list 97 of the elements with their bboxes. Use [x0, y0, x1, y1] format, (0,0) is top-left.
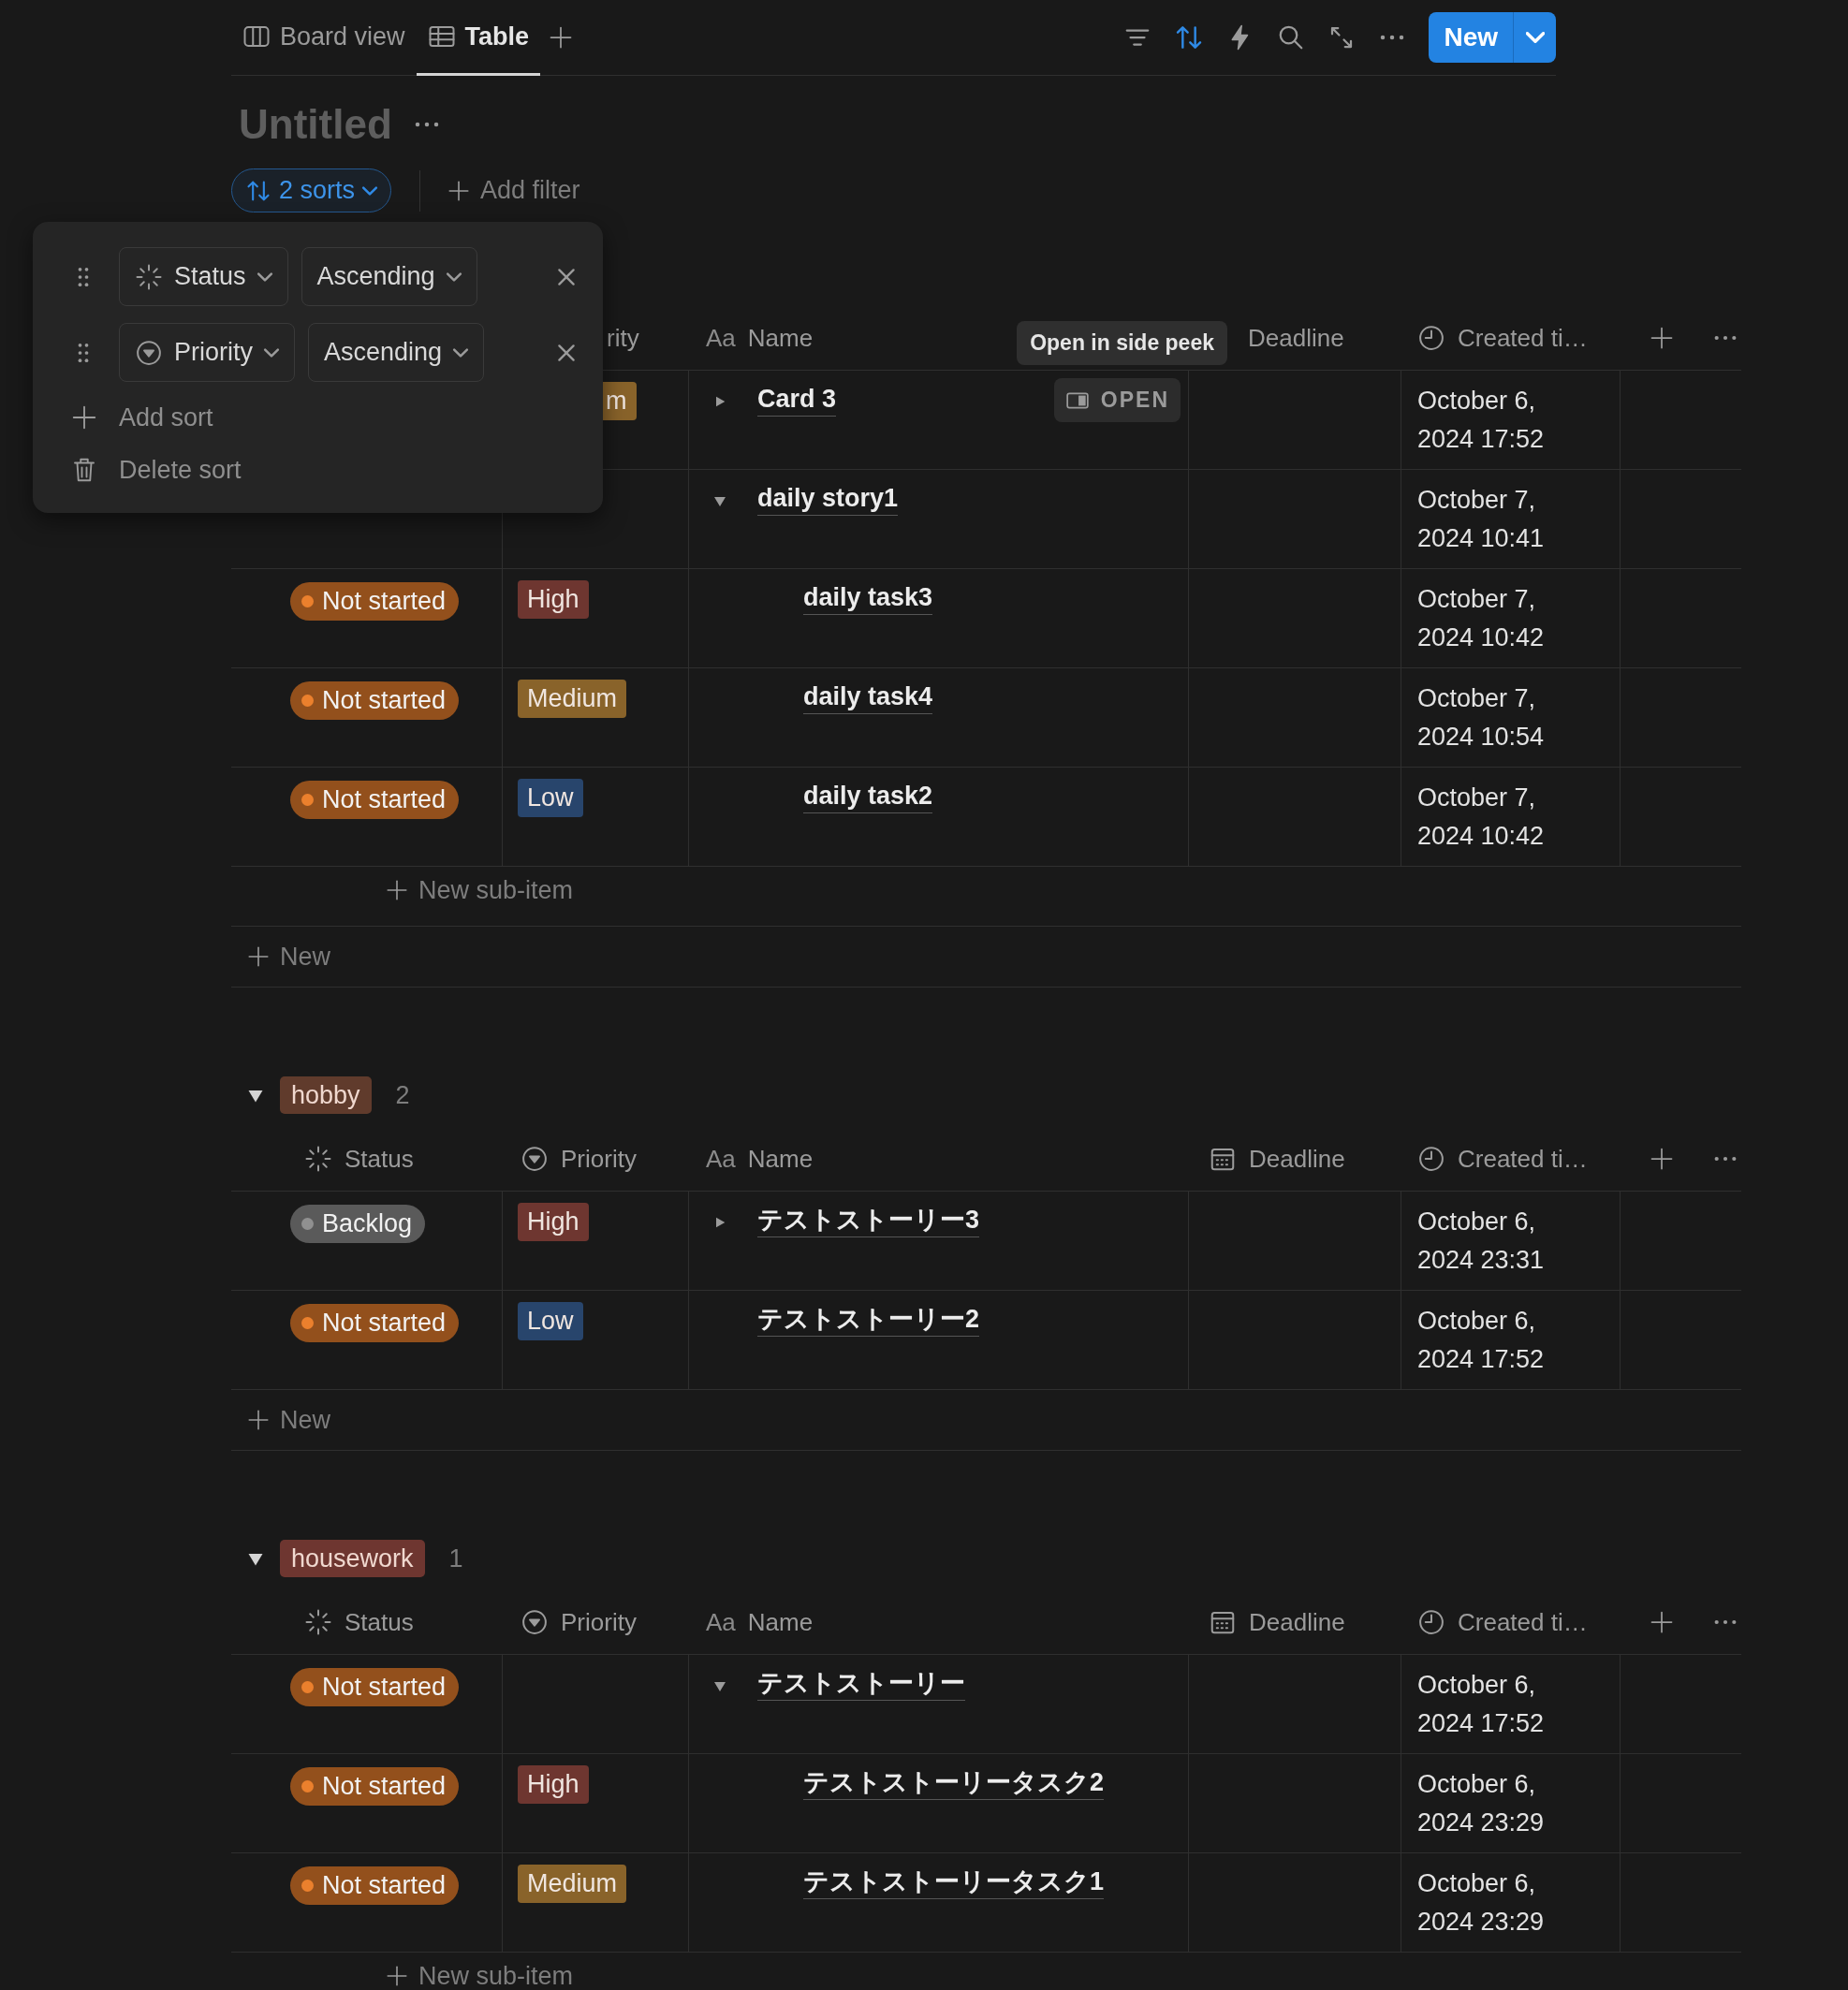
- group-count: 1: [448, 1543, 463, 1574]
- status-icon: [304, 1608, 332, 1636]
- created-time: October 6, 2024 17:52: [1417, 387, 1545, 453]
- status-tag: Not started: [290, 781, 460, 819]
- text-type-icon: Aa: [706, 1603, 736, 1641]
- row-title-link[interactable]: テストストーリータスク2: [803, 1765, 1105, 1800]
- priority-icon: [521, 1608, 549, 1636]
- chevron-down-icon: [1525, 32, 1545, 43]
- clock-icon: [1417, 1145, 1445, 1173]
- status-tag: Not started: [290, 1668, 460, 1706]
- created-time: October 6, 2024 23:29: [1417, 1770, 1545, 1836]
- row-title-link[interactable]: daily task4: [803, 680, 933, 714]
- page-title: Untitled: [239, 100, 392, 149]
- created-time: October 6, 2024 17:52: [1417, 1671, 1545, 1737]
- created-time: October 6, 2024 17:52: [1417, 1307, 1545, 1373]
- status-tag: Not started: [290, 1866, 460, 1905]
- group-tag: hobby: [280, 1076, 372, 1114]
- priority-tag: Medium: [518, 1865, 627, 1903]
- row-title-link[interactable]: daily task2: [803, 779, 933, 813]
- created-time: October 7, 2024 10:41: [1417, 486, 1545, 552]
- status-tag: Not started: [290, 1767, 460, 1806]
- tooltip: Open in side peek: [1017, 321, 1227, 365]
- new-button[interactable]: New: [1429, 12, 1513, 63]
- status-icon: [304, 1145, 332, 1173]
- status-icon: [135, 262, 163, 291]
- row-title-link[interactable]: テストストーリータスク1: [803, 1865, 1105, 1899]
- row-title-link[interactable]: テストストーリー2: [757, 1302, 980, 1337]
- column-header[interactable]: Deadline: [1249, 1603, 1345, 1641]
- column-header[interactable]: Created ti…: [1458, 1603, 1588, 1641]
- priority-tag: High: [518, 1203, 589, 1241]
- property-select[interactable]: Priority: [119, 323, 295, 382]
- row-title-link[interactable]: Card 3: [757, 382, 837, 417]
- priority-tag: m: [603, 382, 637, 420]
- row-title-link[interactable]: テストストーリー: [757, 1666, 965, 1701]
- column-header[interactable]: Created ti…: [1458, 1140, 1588, 1178]
- column-header[interactable]: Priority: [561, 1603, 637, 1641]
- chevron-down-icon: [453, 347, 469, 358]
- column-header[interactable]: Created ti…: [1458, 319, 1588, 357]
- column-header[interactable]: Name: [747, 1140, 814, 1178]
- priority-icon: [521, 1145, 549, 1173]
- priority-tag: Low: [518, 1302, 583, 1340]
- column-header[interactable]: Name: [747, 319, 814, 357]
- priority-tag: Medium: [518, 680, 627, 718]
- add-sort-button[interactable]: Add sort: [33, 391, 219, 444]
- column-header[interactable]: Status: [345, 1603, 414, 1641]
- new-sub-item-button[interactable]: New sub-item: [385, 876, 574, 904]
- created-time: October 6, 2024 23:29: [1417, 1869, 1545, 1936]
- view-tab[interactable]: Board view: [231, 0, 417, 76]
- created-time: October 6, 2024 23:31: [1417, 1207, 1545, 1274]
- column-header[interactable]: Status: [345, 1140, 414, 1178]
- add-property-icon[interactable]: [1649, 1146, 1675, 1172]
- clock-icon: [1417, 1608, 1445, 1636]
- property-select[interactable]: Status: [119, 247, 288, 306]
- open-button[interactable]: OPEN: [1053, 378, 1181, 422]
- plus-icon: [246, 944, 271, 969]
- new-sub-item-button[interactable]: New sub-item: [385, 1962, 574, 1990]
- new-row-button[interactable]: New: [246, 1406, 330, 1434]
- text-type-icon: Aa: [706, 1140, 736, 1178]
- column-header[interactable]: Priority: [561, 1140, 637, 1178]
- add-filter-button[interactable]: Add filter: [447, 171, 580, 210]
- plus-icon: [385, 1964, 409, 1988]
- column-header[interactable]: Deadline: [1249, 1140, 1345, 1178]
- created-time: October 7, 2024 10:42: [1417, 585, 1545, 651]
- new-dropdown-button[interactable]: [1513, 12, 1556, 63]
- plus-icon: [246, 1408, 271, 1432]
- status-tag: Not started: [290, 1304, 460, 1342]
- view-tab[interactable]: Table: [416, 0, 541, 76]
- status-tag: Not started: [290, 681, 460, 720]
- new-row-button[interactable]: New: [246, 943, 330, 971]
- chevron-down-icon: [264, 347, 279, 358]
- row-title-link[interactable]: daily story1: [757, 481, 899, 516]
- status-tag: Not started: [290, 582, 460, 621]
- status-tag: Backlog: [290, 1205, 426, 1243]
- row-title-link[interactable]: テストストーリー3: [757, 1203, 980, 1237]
- group-count: 2: [395, 1079, 410, 1111]
- add-property-icon[interactable]: [1649, 325, 1675, 351]
- priority-tag: High: [518, 580, 589, 619]
- column-header[interactable]: Name: [747, 1603, 814, 1641]
- row-title-link[interactable]: daily task3: [803, 580, 933, 615]
- chevron-down-icon: [257, 271, 272, 282]
- plus-icon: [385, 878, 409, 902]
- group-tag: housework: [280, 1540, 425, 1577]
- chevron-down-icon: [362, 185, 378, 196]
- text-type-icon: Aa: [706, 319, 736, 357]
- direction-select[interactable]: Ascending: [308, 323, 485, 382]
- delete-sort-button[interactable]: Delete sort: [33, 444, 247, 496]
- direction-select[interactable]: Ascending: [301, 247, 477, 306]
- plus-icon: [70, 403, 98, 432]
- chevron-down-icon: [446, 271, 462, 282]
- clock-icon: [1417, 324, 1445, 352]
- priority-icon: [135, 338, 163, 367]
- priority-tag: Low: [518, 779, 583, 817]
- created-time: October 7, 2024 10:42: [1417, 783, 1545, 850]
- add-property-icon[interactable]: [1649, 1609, 1675, 1635]
- priority-tag: High: [518, 1765, 589, 1804]
- sorts-chip[interactable]: 2 sorts: [231, 168, 392, 212]
- created-time: October 7, 2024 10:54: [1417, 684, 1545, 751]
